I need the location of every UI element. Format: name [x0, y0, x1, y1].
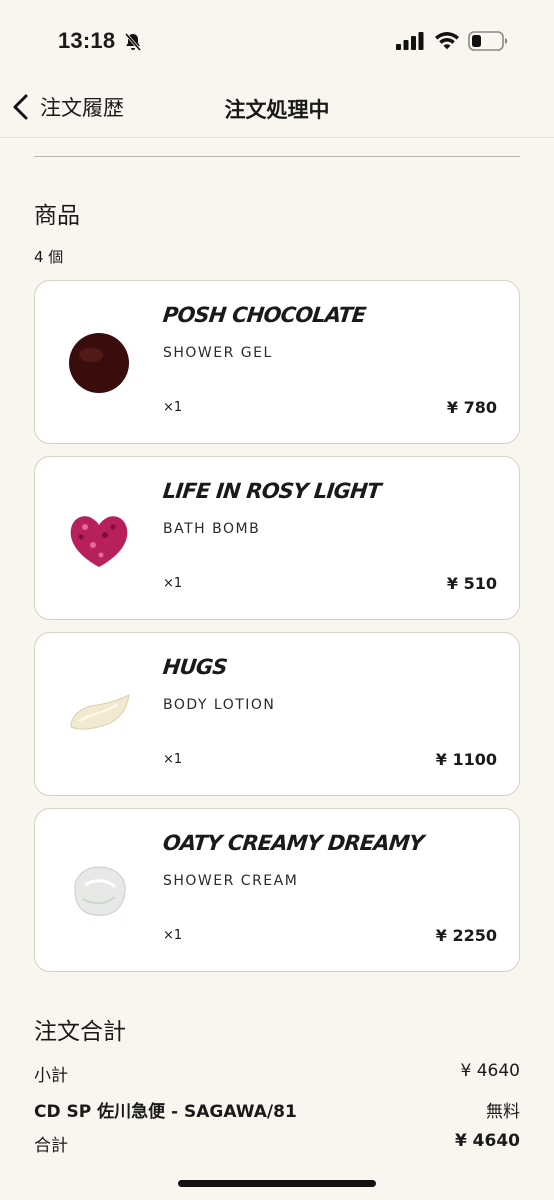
product-name: POSH CHOCOLATE [161, 303, 367, 327]
product-price: ¥ 510 [446, 574, 497, 593]
product-quantity: ×1 [163, 752, 183, 767]
item-count: 4 個 [34, 248, 64, 266]
home-indicator[interactable] [178, 1180, 376, 1187]
subtotal-row: 小計 ¥ 4640 [34, 1061, 520, 1086]
shipping-value: 無料 [486, 1102, 520, 1122]
total-value: ¥ 4640 [454, 1131, 520, 1151]
product-quantity: ×1 [163, 576, 183, 591]
product-name: HUGS [161, 655, 229, 679]
product-quantity: ×1 [163, 928, 183, 943]
products-section-title: 商品 [34, 203, 80, 229]
cellular-signal-icon [396, 32, 424, 50]
wifi-icon [435, 32, 459, 50]
shipping-row: CD SP 佐川急便 - SAGAWA/81 無料 [34, 1097, 520, 1122]
order-total-title: 注文合計 [34, 1019, 126, 1045]
product-price: ¥ 1100 [435, 750, 497, 769]
total-row: 合計 ¥ 4640 [34, 1131, 520, 1156]
product-name: OATY CREAMY DREAMY [161, 831, 425, 855]
battery-icon [468, 31, 508, 51]
subtotal-value: ¥ 4640 [460, 1061, 520, 1081]
shipping-label: CD SP 佐川急便 - SAGAWA/81 [34, 1102, 297, 1122]
product-price: ¥ 780 [446, 398, 497, 417]
product-card[interactable]: LIFE IN ROSY LIGHT BATH BOMB ×1 ¥ 510 [34, 456, 520, 620]
product-price: ¥ 2250 [435, 926, 497, 945]
product-card[interactable]: POSH CHOCOLATE SHOWER GEL ×1 ¥ 780 [34, 280, 520, 444]
page-title: 注文処理中 [224, 98, 330, 122]
product-type: BODY LOTION [163, 697, 276, 713]
product-quantity: ×1 [163, 400, 183, 415]
status-bar: 13:18 [0, 0, 554, 80]
navigation-bar: 注文履歴 注文処理中 [0, 80, 554, 138]
total-label: 合計 [34, 1136, 68, 1156]
bath-bomb-thumbnail [70, 516, 128, 567]
bell-muted-icon [124, 33, 142, 51]
subtotal-label: 小計 [34, 1066, 68, 1086]
product-type: SHOWER GEL [163, 345, 273, 361]
product-type: SHOWER CREAM [163, 873, 299, 889]
body-lotion-thumbnail [70, 694, 130, 730]
shower-cream-thumbnail [74, 866, 126, 916]
divider [34, 156, 520, 157]
product-name: LIFE IN ROSY LIGHT [161, 479, 382, 503]
product-card[interactable]: OATY CREAMY DREAMY SHOWER CREAM ×1 ¥ 225… [34, 808, 520, 972]
product-type: BATH BOMB [163, 521, 261, 537]
shower-gel-thumbnail [69, 333, 129, 393]
status-time: 13:18 [58, 28, 116, 53]
product-card[interactable]: HUGS BODY LOTION ×1 ¥ 1100 [34, 632, 520, 796]
